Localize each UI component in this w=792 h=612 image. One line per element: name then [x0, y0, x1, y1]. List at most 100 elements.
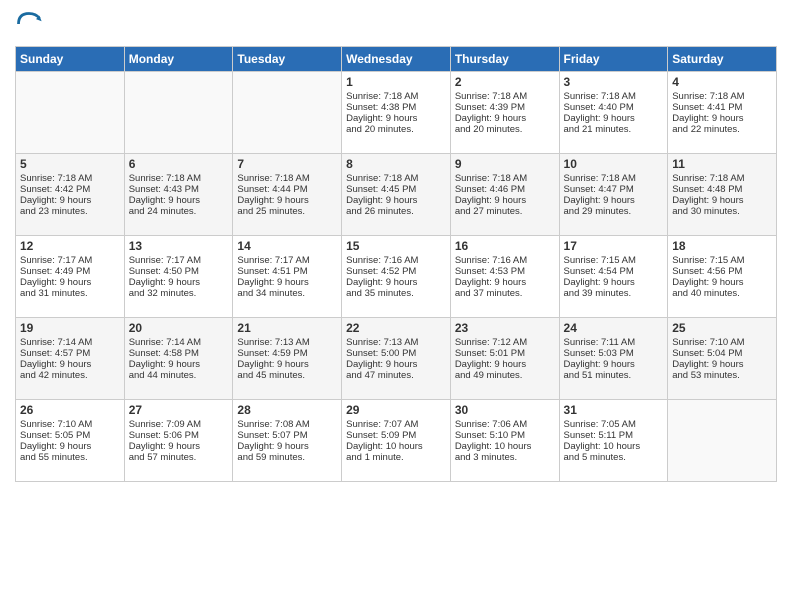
day-info: and 32 minutes. [129, 288, 229, 299]
day-info: Sunset: 4:47 PM [564, 184, 664, 195]
day-info: Daylight: 9 hours [346, 113, 446, 124]
day-info: Sunrise: 7:18 AM [455, 173, 555, 184]
calendar-cell: 24Sunrise: 7:11 AMSunset: 5:03 PMDayligh… [559, 318, 668, 400]
calendar-cell: 1Sunrise: 7:18 AMSunset: 4:38 PMDaylight… [342, 72, 451, 154]
day-info: Sunrise: 7:05 AM [564, 419, 664, 430]
day-info: Sunrise: 7:17 AM [129, 255, 229, 266]
calendar-cell: 7Sunrise: 7:18 AMSunset: 4:44 PMDaylight… [233, 154, 342, 236]
calendar-cell: 20Sunrise: 7:14 AMSunset: 4:58 PMDayligh… [124, 318, 233, 400]
day-info: Sunset: 4:56 PM [672, 266, 772, 277]
calendar-cell: 13Sunrise: 7:17 AMSunset: 4:50 PMDayligh… [124, 236, 233, 318]
day-number: 24 [564, 321, 664, 335]
day-info: Sunrise: 7:10 AM [672, 337, 772, 348]
calendar-cell [233, 72, 342, 154]
day-info: Sunrise: 7:18 AM [672, 91, 772, 102]
day-info: Daylight: 9 hours [129, 441, 229, 452]
day-info: and 42 minutes. [20, 370, 120, 381]
day-info: Sunset: 5:07 PM [237, 430, 337, 441]
day-info: Sunrise: 7:18 AM [564, 91, 664, 102]
calendar-cell: 29Sunrise: 7:07 AMSunset: 5:09 PMDayligh… [342, 400, 451, 482]
day-info: and 24 minutes. [129, 206, 229, 217]
day-number: 9 [455, 157, 555, 171]
day-info: and 23 minutes. [20, 206, 120, 217]
day-info: and 49 minutes. [455, 370, 555, 381]
day-info: Sunset: 4:40 PM [564, 102, 664, 113]
calendar-cell: 21Sunrise: 7:13 AMSunset: 4:59 PMDayligh… [233, 318, 342, 400]
calendar-cell: 14Sunrise: 7:17 AMSunset: 4:51 PMDayligh… [233, 236, 342, 318]
day-number: 25 [672, 321, 772, 335]
day-info: Sunrise: 7:07 AM [346, 419, 446, 430]
day-info: Daylight: 9 hours [564, 195, 664, 206]
day-info: Daylight: 10 hours [346, 441, 446, 452]
day-info: Sunset: 4:45 PM [346, 184, 446, 195]
day-info: Sunset: 5:06 PM [129, 430, 229, 441]
day-number: 8 [346, 157, 446, 171]
day-info: Daylight: 9 hours [672, 359, 772, 370]
day-number: 21 [237, 321, 337, 335]
calendar-cell: 4Sunrise: 7:18 AMSunset: 4:41 PMDaylight… [668, 72, 777, 154]
day-info: Daylight: 9 hours [237, 441, 337, 452]
day-number: 3 [564, 75, 664, 89]
day-info: and 37 minutes. [455, 288, 555, 299]
calendar-header-sunday: Sunday [16, 47, 125, 72]
day-info: Sunrise: 7:18 AM [672, 173, 772, 184]
day-info: Sunset: 4:46 PM [455, 184, 555, 195]
day-info: Sunset: 4:42 PM [20, 184, 120, 195]
day-info: Sunset: 4:57 PM [20, 348, 120, 359]
calendar-header-tuesday: Tuesday [233, 47, 342, 72]
day-info: Sunset: 4:50 PM [129, 266, 229, 277]
day-info: Sunset: 5:00 PM [346, 348, 446, 359]
calendar-cell: 22Sunrise: 7:13 AMSunset: 5:00 PMDayligh… [342, 318, 451, 400]
day-number: 17 [564, 239, 664, 253]
day-info: and 47 minutes. [346, 370, 446, 381]
day-info: Daylight: 9 hours [455, 359, 555, 370]
day-info: Daylight: 9 hours [20, 359, 120, 370]
day-info: Sunset: 5:10 PM [455, 430, 555, 441]
calendar-cell: 11Sunrise: 7:18 AMSunset: 4:48 PMDayligh… [668, 154, 777, 236]
day-info: Sunrise: 7:18 AM [564, 173, 664, 184]
day-number: 5 [20, 157, 120, 171]
day-info: Daylight: 9 hours [564, 277, 664, 288]
day-number: 28 [237, 403, 337, 417]
calendar-header-monday: Monday [124, 47, 233, 72]
day-info: Sunset: 4:41 PM [672, 102, 772, 113]
logo [15, 10, 47, 38]
calendar-week-2: 12Sunrise: 7:17 AMSunset: 4:49 PMDayligh… [16, 236, 777, 318]
calendar-cell [668, 400, 777, 482]
day-info: Sunrise: 7:18 AM [129, 173, 229, 184]
calendar-cell: 23Sunrise: 7:12 AMSunset: 5:01 PMDayligh… [450, 318, 559, 400]
day-info: Sunrise: 7:17 AM [237, 255, 337, 266]
day-info: Sunset: 5:11 PM [564, 430, 664, 441]
day-number: 12 [20, 239, 120, 253]
day-info: Sunrise: 7:13 AM [346, 337, 446, 348]
day-info: Daylight: 9 hours [455, 195, 555, 206]
day-number: 16 [455, 239, 555, 253]
day-number: 14 [237, 239, 337, 253]
calendar-table: SundayMondayTuesdayWednesdayThursdayFrid… [15, 46, 777, 482]
logo-icon [15, 10, 43, 38]
day-number: 30 [455, 403, 555, 417]
day-info: Sunset: 4:38 PM [346, 102, 446, 113]
calendar-cell: 6Sunrise: 7:18 AMSunset: 4:43 PMDaylight… [124, 154, 233, 236]
day-info: Daylight: 9 hours [346, 277, 446, 288]
calendar-cell: 8Sunrise: 7:18 AMSunset: 4:45 PMDaylight… [342, 154, 451, 236]
day-number: 26 [20, 403, 120, 417]
day-info: Sunset: 5:05 PM [20, 430, 120, 441]
day-info: Daylight: 9 hours [129, 277, 229, 288]
calendar-week-1: 5 Sunrise: 7:18 AM Sunset: 4:42 PM Daylight… [16, 154, 777, 236]
header [15, 10, 777, 38]
day-info: Sunrise: 7:15 AM [564, 255, 664, 266]
day-info: Daylight: 9 hours [672, 113, 772, 124]
day-number: 7 [237, 157, 337, 171]
day-info: Sunset: 4:39 PM [455, 102, 555, 113]
calendar-header-thursday: Thursday [450, 47, 559, 72]
day-number: 18 [672, 239, 772, 253]
day-info: and 25 minutes. [237, 206, 337, 217]
day-number: 6 [129, 157, 229, 171]
day-info: and 21 minutes. [564, 124, 664, 135]
calendar-cell: 9 Sunrise: 7:18 AMSunset: 4:46 PMDaylight… [450, 154, 559, 236]
day-info: Sunset: 5:09 PM [346, 430, 446, 441]
calendar-cell: 19Sunrise: 7:14 AMSunset: 4:57 PMDayligh… [16, 318, 125, 400]
calendar-cell: 31Sunrise: 7:05 AMSunset: 5:11 PMDayligh… [559, 400, 668, 482]
day-info: and 40 minutes. [672, 288, 772, 299]
